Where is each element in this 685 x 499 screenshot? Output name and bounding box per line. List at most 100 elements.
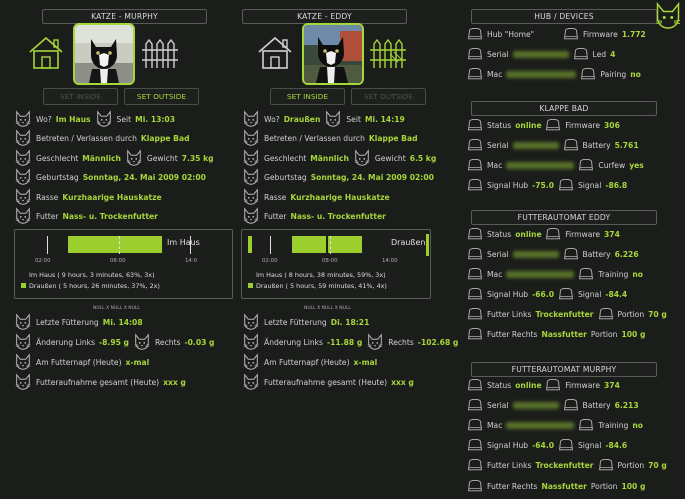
set-outside-button[interactable]: SET OUTSIDE	[351, 88, 426, 105]
mac-redacted	[506, 161, 575, 169]
change-row: Änderung Links -11.88 g Rechts -102.68 g	[242, 332, 462, 352]
portion-label: Portion	[590, 329, 618, 339]
null-label: NULL X NULL X NULL	[93, 306, 140, 311]
serial-label: Serial	[487, 400, 509, 410]
where-label: Wo?	[36, 114, 52, 124]
door-value: Klappe Bad	[140, 133, 190, 143]
device-icon	[467, 479, 483, 493]
cat-icon	[242, 373, 260, 391]
food-label: Futter	[36, 211, 59, 221]
tick-label: 14:00	[382, 258, 398, 264]
device-icon	[467, 287, 483, 301]
timeline-bar	[426, 234, 429, 256]
serial-redacted	[512, 250, 559, 258]
door-row: Betreten / Verlassen durch Klappe Bad	[242, 128, 422, 148]
location-timeline-chart: Draußen 02:00 08:00 14:00 Im Haus ( 8 ho…	[241, 229, 431, 299]
device-icon	[578, 267, 594, 281]
signal-value: -84.6	[605, 440, 628, 450]
feeder-left-row: Futter Links Trockenfutter Portion 70 g	[467, 304, 671, 324]
cat-icon	[242, 313, 260, 331]
cat-icon	[95, 110, 113, 128]
change-row: Änderung Links -8.95 g Rechts -0.03 g	[14, 332, 218, 352]
device-icon	[467, 178, 483, 192]
training-value: no	[632, 420, 643, 430]
feeder-mac-row: Mac Training no	[467, 264, 647, 284]
device-icon	[563, 398, 579, 412]
device-icon	[467, 227, 483, 241]
cat-icon	[14, 207, 32, 225]
status-label: Status	[487, 380, 512, 390]
device-icon	[467, 47, 483, 61]
flap-serial-row: Serial Battery 5.761	[467, 135, 643, 155]
food-value: Nass- u. Trockenfutter	[62, 211, 158, 221]
feeder-serial-row: Serial Battery 6.213	[467, 395, 643, 415]
status-label: Status	[487, 120, 512, 130]
food-left-label: Futter Links	[487, 309, 532, 319]
device-icon	[563, 247, 579, 261]
intake-label: Futteraufnahme gesamt (Heute)	[36, 377, 160, 387]
murphy-title: KATZE - MURPHY	[42, 9, 207, 24]
battery-value: 6.213	[614, 400, 639, 410]
device-icon	[545, 378, 561, 392]
device-icon	[467, 158, 483, 172]
curfew-value: yes	[629, 160, 644, 170]
device-icon	[563, 27, 579, 41]
cat-photo-murphy	[73, 23, 135, 85]
led-value: 4	[610, 49, 616, 59]
food-label: Futter	[264, 211, 287, 221]
timeline-gridline	[330, 236, 331, 254]
fence-active-icon	[368, 34, 408, 70]
mac-redacted	[506, 70, 577, 78]
device-icon	[467, 418, 483, 432]
feeder-status-row: Status online Firmware 374	[467, 375, 624, 395]
hub-name: Hub "Home"	[487, 29, 535, 39]
feeder-serial-row: Serial Battery 6.226	[467, 244, 643, 264]
device-icon	[545, 118, 561, 132]
timeline-gap	[47, 236, 48, 254]
cat-icon	[242, 333, 260, 351]
serial-redacted	[512, 401, 559, 409]
change-left-label: Änderung Links	[264, 337, 323, 347]
cat-icon	[14, 373, 32, 391]
cat-icon	[14, 129, 32, 147]
portion-right-value: 100 g	[621, 481, 646, 491]
device-icon	[467, 67, 483, 81]
portion-label: Portion	[617, 309, 645, 319]
signal-value: -86.8	[605, 180, 628, 190]
last-feeding-row: Letzte Fütterung Di. 18:21	[242, 312, 373, 332]
hub-icon	[467, 27, 483, 41]
device-icon	[558, 287, 574, 301]
serial-redacted	[512, 141, 559, 149]
change-right-label: Rechts	[388, 337, 414, 347]
food-left-value: Trockenfutter	[535, 460, 594, 470]
status-value: online	[515, 380, 542, 390]
cat-icon	[14, 188, 32, 206]
food-left-label: Futter Links	[487, 460, 532, 470]
where-value: Im Haus	[55, 114, 91, 124]
set-inside-button[interactable]: SET INSIDE	[43, 88, 118, 105]
led-label: Led	[592, 49, 607, 59]
birthday-row: Geburtstag Sonntag, 24. Mai 2009 02:00	[242, 167, 438, 187]
device-icon	[578, 158, 594, 172]
null-label: NULL X NULL X NULL	[304, 306, 351, 311]
cat-photo-eddy	[302, 23, 364, 85]
device-icon	[598, 458, 614, 472]
since-label: Seit	[346, 114, 361, 124]
portion-label: Portion	[617, 460, 645, 470]
last-feeding-value: Di. 18:21	[330, 317, 370, 327]
weight-value: 6.5 kg	[409, 153, 437, 163]
signal-label: Signal	[577, 180, 602, 190]
set-inside-button[interactable]: SET INSIDE	[270, 88, 345, 105]
set-outside-button[interactable]: SET OUTSIDE	[124, 88, 199, 105]
change-left-value: -8.95 g	[99, 337, 129, 347]
gender-label: Geschlecht	[264, 153, 307, 163]
feeder-right-row: Futter Rechts Nassfutter Portion 100 g	[467, 324, 649, 344]
device-icon	[580, 67, 596, 81]
bowl-row: Am Futternapf (Heute) x-mal	[14, 352, 153, 372]
cat-icon	[242, 129, 260, 147]
flap-mac-row: Mac Curfew yes	[467, 155, 648, 175]
weight-label: Gewicht	[146, 153, 178, 163]
firmware-label: Firmware	[565, 120, 601, 130]
food-right-value: Nassfutter	[541, 329, 587, 339]
cat-logo-icon	[655, 1, 681, 29]
